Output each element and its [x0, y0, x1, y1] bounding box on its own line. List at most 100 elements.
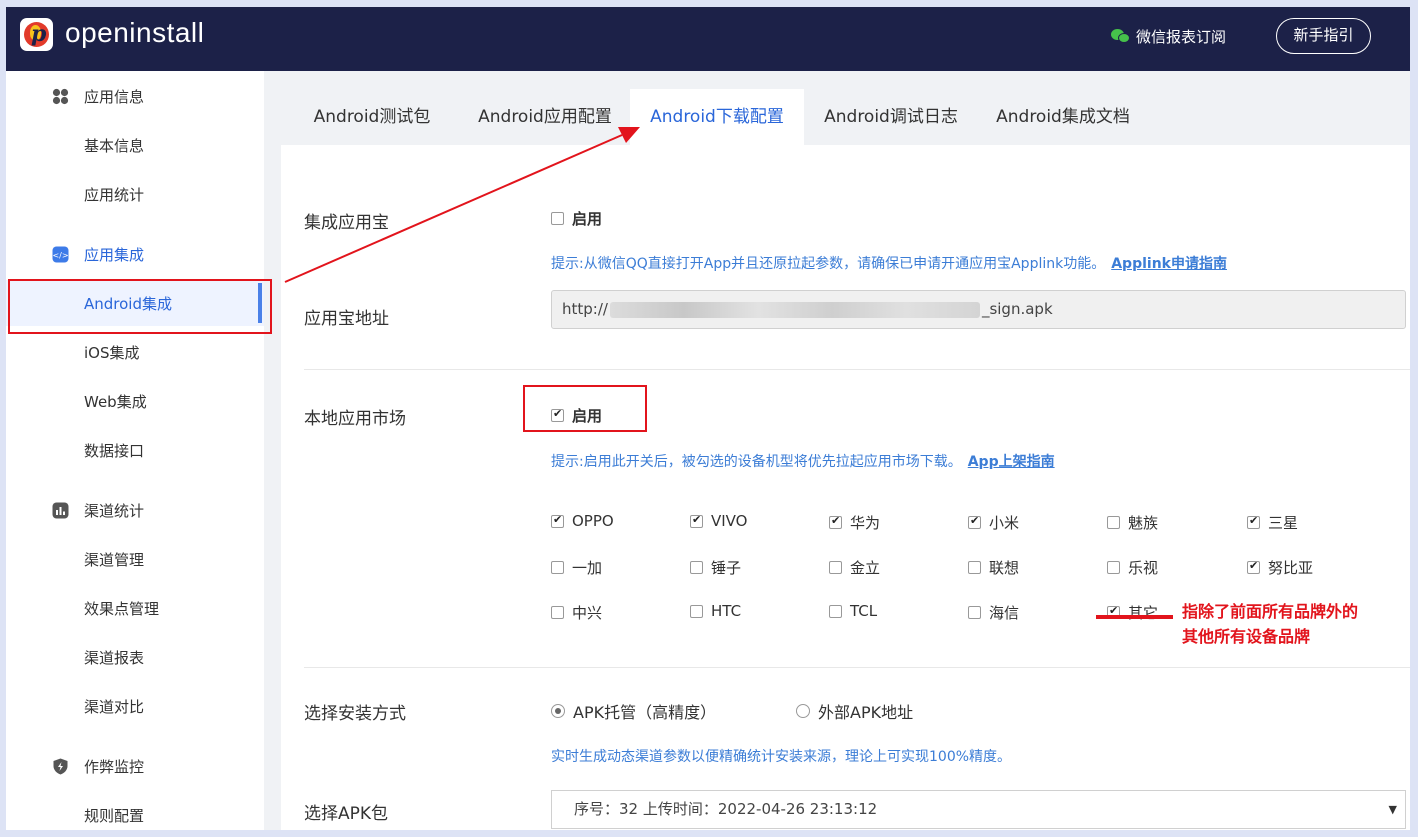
annotation-underline	[1096, 615, 1173, 619]
sidebar-item-app-stats[interactable]: 应用统计	[6, 179, 264, 209]
sidebar-item-label: 渠道报表	[84, 648, 145, 667]
annotation-box-market-enable	[523, 385, 647, 432]
sidebar-item-label: 数据接口	[84, 441, 145, 460]
brand-checkbox[interactable]: VIVO	[690, 512, 748, 530]
brand-checkbox-label: 努比亚	[1268, 559, 1314, 577]
brand-checkbox-label: 中兴	[572, 604, 603, 622]
wechat-subscribe-link[interactable]: 微信报表订阅	[1111, 26, 1226, 46]
wechat-subscribe-label: 微信报表订阅	[1136, 27, 1227, 46]
checkbox-icon	[968, 561, 981, 574]
brand-checkbox[interactable]: 锤子	[690, 557, 741, 578]
tab-bar: Android测试包 Android应用配置 Android下载配置 Andro…	[264, 71, 1410, 145]
brand-checkbox-label: 其它	[1128, 604, 1159, 622]
tab-android-debug-log[interactable]: Android调试日志	[806, 89, 976, 145]
svg-text:</>: </>	[52, 251, 68, 260]
brand-checkbox[interactable]: 联想	[968, 557, 1019, 578]
brand-checkbox[interactable]: 华为	[829, 512, 880, 533]
sidebar-item-rule-config[interactable]: 规则配置	[6, 800, 264, 830]
install-option-external-url[interactable]: 外部APK地址	[796, 699, 913, 723]
annotation-note-line1: 指除了前面所有品牌外的	[1182, 602, 1359, 621]
sidebar-item-channel-compare[interactable]: 渠道对比	[6, 691, 264, 721]
brand-checkbox-label: 金立	[850, 559, 881, 577]
brand-checkbox[interactable]: 一加	[551, 557, 602, 578]
brand-checkbox[interactable]: 三星	[1247, 512, 1298, 533]
tab-android-app-config[interactable]: Android应用配置	[460, 89, 630, 145]
top-header: p openinstall 微信报表订阅 新手指引	[6, 7, 1410, 71]
yyb-tip-text: 提示:从微信QQ直接打开App并且还原拉起参数，请确保已申请开通应用宝Appli…	[551, 256, 1106, 272]
sidebar-item-label: iOS集成	[84, 343, 140, 362]
install-option-external-url-label: 外部APK地址	[818, 703, 914, 722]
checkbox-icon	[1247, 514, 1260, 529]
apk-select[interactable]: 序号：32 上传时间：2022-04-26 23:13:12 ▼	[551, 790, 1406, 829]
tab-android-download-config[interactable]: Android下载配置	[630, 89, 804, 145]
market-tip-text: 提示:启用此开关后，被勾选的设备机型将优先拉起应用市场下载。	[551, 454, 962, 470]
app-window: p openinstall 微信报表订阅 新手指引 应用信息 基本信息 应用统计…	[6, 7, 1410, 830]
sidebar-item-label: 应用统计	[84, 185, 145, 204]
brand-checkbox-label: 一加	[572, 559, 603, 577]
install-method-label: 选择安装方式	[304, 704, 406, 724]
sidebar-item-channel-manage[interactable]: 渠道管理	[6, 544, 264, 574]
brand-checkbox[interactable]: 魅族	[1107, 512, 1158, 533]
tab-android-test-package[interactable]: Android测试包	[286, 89, 458, 145]
brand-checkbox[interactable]: 金立	[829, 557, 880, 578]
checkbox-icon	[968, 606, 981, 619]
install-tip: 实时生成动态渠道参数以便精确统计安装来源，理论上可实现100%精度。	[551, 749, 1012, 765]
brand-checkbox[interactable]: 其它	[1107, 602, 1158, 623]
brand-checkbox[interactable]: TCL	[829, 602, 877, 620]
checkbox-icon	[1107, 561, 1120, 574]
sidebar-item-data-api[interactable]: 数据接口	[6, 435, 264, 465]
brand-checkbox[interactable]: 小米	[968, 512, 1019, 533]
market-label: 本地应用市场	[304, 409, 406, 429]
brand-checkbox[interactable]: 中兴	[551, 602, 602, 623]
checkbox-icon	[690, 513, 703, 528]
checkbox-icon	[829, 514, 842, 529]
brand-checkbox-label: 乐视	[1128, 559, 1159, 577]
checkbox-icon	[551, 212, 564, 225]
yyb-tip: 提示:从微信QQ直接打开App并且还原拉起参数，请确保已申请开通应用宝Appli…	[551, 253, 1227, 273]
brand-checkbox[interactable]: HTC	[690, 602, 741, 620]
sidebar-item-label: 渠道管理	[84, 550, 145, 569]
brand-checkbox[interactable]: OPPO	[551, 512, 614, 530]
sidebar-item-basic-info[interactable]: 基本信息	[6, 130, 264, 160]
beginner-guide-button[interactable]: 新手指引	[1276, 18, 1371, 54]
grid-icon	[52, 88, 69, 105]
section-divider	[304, 667, 1410, 668]
redacted-url-segment	[609, 301, 980, 318]
sidebar-group-fraud-monitor[interactable]: 作弊监控	[6, 751, 264, 781]
openinstall-logo[interactable]: p	[20, 18, 53, 51]
sidebar-item-ios[interactable]: iOS集成	[6, 337, 264, 367]
yyb-url-suffix: _sign.apk	[981, 300, 1053, 318]
annotation-note: 指除了前面所有品牌外的 其他所有设备品牌	[1182, 599, 1358, 649]
applink-guide-link[interactable]: Applink申请指南	[1111, 256, 1227, 272]
yyb-enable-checkbox[interactable]: 启用	[551, 208, 602, 229]
checkbox-icon	[968, 514, 981, 529]
apk-select-value: 序号：32 上传时间：2022-04-26 23:13:12	[574, 800, 878, 818]
yyb-url-input[interactable]: http:// _sign.apk	[551, 290, 1406, 329]
brand-name: openinstall	[65, 17, 205, 48]
sidebar-item-channel-report[interactable]: 渠道报表	[6, 642, 264, 672]
sidebar-group-channel-stats[interactable]: 渠道统计	[6, 495, 264, 525]
sidebar-group-app-info[interactable]: 应用信息	[6, 81, 264, 111]
checkbox-icon	[551, 606, 564, 619]
sidebar-item-label: 效果点管理	[84, 599, 160, 618]
brand-checkbox[interactable]: 努比亚	[1247, 557, 1313, 578]
sidebar-item-effect-points[interactable]: 效果点管理	[6, 593, 264, 623]
install-option-apk-hosted[interactable]: APK托管（高精度）	[551, 699, 716, 723]
sidebar-group-app-integration[interactable]: </> 应用集成	[6, 239, 264, 269]
radio-icon	[551, 704, 565, 718]
tab-android-integration-docs[interactable]: Android集成文档	[978, 89, 1148, 145]
brand-checkbox-label: VIVO	[711, 512, 748, 530]
sidebar-item-label: 作弊监控	[84, 757, 145, 776]
checkbox-icon	[690, 561, 703, 574]
brand-checkbox-label: TCL	[850, 602, 878, 620]
section-divider	[304, 369, 1410, 370]
sidebar-item-label: 渠道对比	[84, 697, 145, 716]
wechat-icon	[1111, 28, 1131, 44]
brand-checkbox[interactable]: 海信	[968, 602, 1019, 623]
sidebar-item-label: Web集成	[84, 392, 147, 411]
app-listing-guide-link[interactable]: App上架指南	[968, 454, 1055, 470]
sidebar-item-label: 基本信息	[84, 136, 145, 155]
sidebar-item-web[interactable]: Web集成	[6, 386, 264, 416]
brand-checkbox[interactable]: 乐视	[1107, 557, 1158, 578]
brand-checkbox-label: 魅族	[1128, 514, 1159, 532]
